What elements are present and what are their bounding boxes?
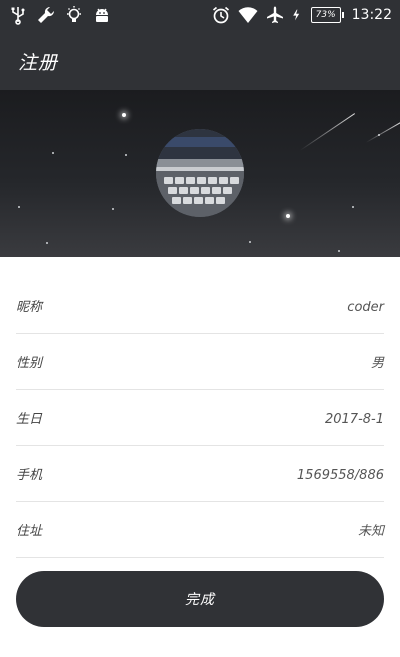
star bbox=[125, 154, 127, 156]
star bbox=[286, 214, 290, 218]
registration-form: 昵称 coder 性别 男 生日 2017-8-1 手机 1569558/886… bbox=[16, 257, 384, 558]
row-label: 住址 bbox=[16, 524, 43, 539]
nickname-value[interactable]: coder bbox=[347, 300, 384, 315]
nickname-row[interactable]: 昵称 coder bbox=[16, 257, 384, 334]
avatar[interactable] bbox=[156, 129, 244, 217]
phone-row[interactable]: 手机 1569558/886 bbox=[16, 446, 384, 502]
row-label: 手机 bbox=[16, 468, 43, 483]
address-row[interactable]: 住址 未知 bbox=[16, 502, 384, 558]
charging-icon bbox=[292, 9, 299, 21]
meteor bbox=[365, 122, 400, 143]
meteor bbox=[299, 113, 355, 151]
star bbox=[52, 152, 54, 154]
row-label: 性别 bbox=[16, 356, 43, 371]
birthday-row[interactable]: 生日 2017-8-1 bbox=[16, 390, 384, 446]
row-label: 昵称 bbox=[16, 300, 43, 315]
gender-value[interactable]: 男 bbox=[371, 352, 384, 371]
row-label: 生日 bbox=[16, 412, 43, 427]
status-bar: 73% 13:22 bbox=[0, 0, 400, 30]
wifi-icon bbox=[238, 7, 258, 23]
wrench-icon bbox=[38, 6, 55, 23]
star bbox=[46, 242, 48, 244]
android-icon bbox=[96, 8, 108, 22]
star bbox=[352, 206, 354, 208]
star bbox=[122, 113, 126, 117]
lightbulb-icon bbox=[67, 6, 81, 22]
app-bar: 注册 bbox=[0, 30, 400, 90]
done-button[interactable]: 完成 bbox=[16, 571, 384, 627]
birthday-value[interactable]: 2017-8-1 bbox=[325, 412, 384, 427]
star bbox=[338, 250, 340, 252]
page-title: 注册 bbox=[18, 52, 59, 74]
star bbox=[249, 241, 251, 243]
airplane-icon bbox=[266, 6, 283, 23]
star bbox=[112, 208, 114, 210]
profile-banner bbox=[0, 90, 400, 257]
gender-row[interactable]: 性别 男 bbox=[16, 334, 384, 390]
battery-indicator: 73% bbox=[310, 7, 344, 23]
address-value[interactable]: 未知 bbox=[358, 520, 384, 539]
clock: 13:22 bbox=[351, 7, 392, 23]
usb-icon bbox=[11, 7, 25, 25]
star bbox=[18, 206, 20, 208]
alarm-icon bbox=[212, 6, 229, 24]
keyboard-photo-icon bbox=[156, 129, 244, 217]
phone-value[interactable]: 1569558/886 bbox=[297, 468, 384, 483]
